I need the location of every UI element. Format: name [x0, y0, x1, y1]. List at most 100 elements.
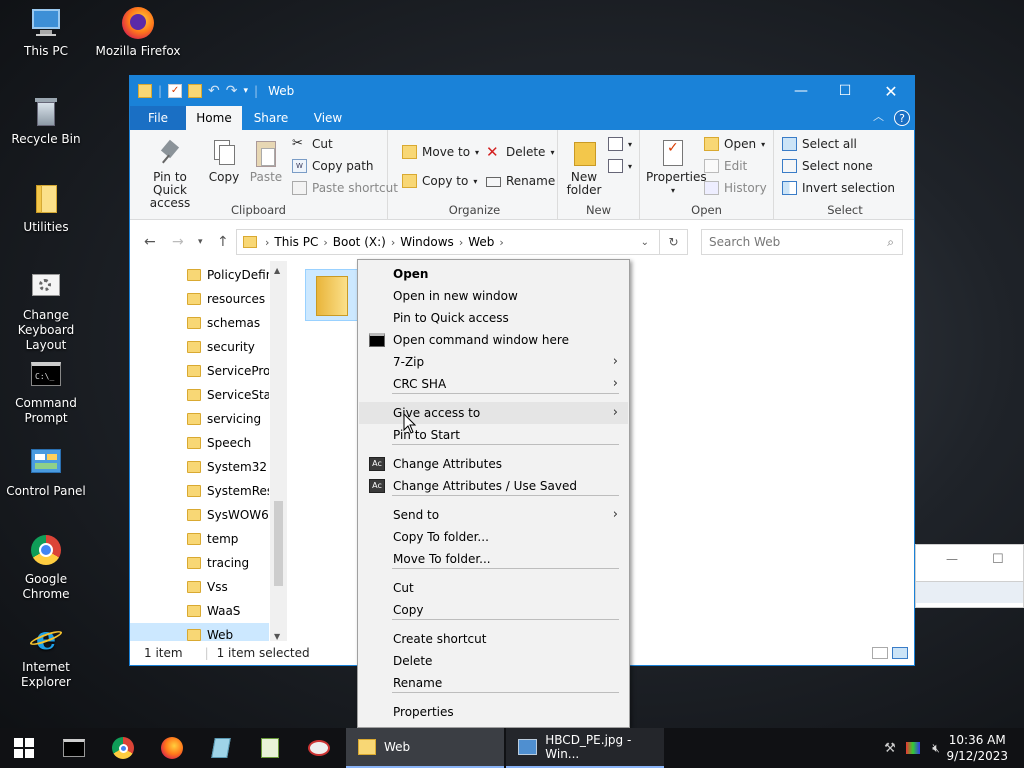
desktop-icon-control-panel[interactable]: Control Panel [0, 446, 92, 499]
properties-button[interactable]: ✓ Properties ▾ [646, 136, 707, 197]
desktop-icon-firefox[interactable]: Mozilla Firefox [92, 6, 184, 59]
forward-arrow-icon[interactable]: → [172, 234, 184, 250]
menu-item-copy-to-folder[interactable]: Copy To folder... [359, 526, 628, 548]
easy-access-button[interactable]: ▾ [608, 159, 632, 173]
scrollbar-thumb[interactable] [274, 501, 283, 586]
history-button[interactable]: History [704, 181, 767, 195]
select-all-button[interactable]: Select all [782, 137, 857, 151]
title-bar[interactable]: | ✓ ↶ ↷ ▾ | Web — ☐ ✕ [130, 76, 914, 106]
nav-item-security[interactable]: security [187, 335, 269, 359]
menu-item-rename[interactable]: Rename [359, 672, 628, 694]
new-folder-icon[interactable] [188, 84, 203, 98]
address-history-dropdown-icon[interactable]: ⌄ [641, 237, 649, 248]
large-icons-view-icon[interactable] [892, 647, 908, 659]
taskbar-cmd[interactable] [50, 728, 98, 768]
taskbar-window-web[interactable]: Web [346, 728, 504, 768]
taskbar-app-paint[interactable] [295, 728, 343, 768]
invert-selection-button[interactable]: Invert selection [782, 181, 895, 195]
redo-icon[interactable]: ↷ [226, 83, 238, 99]
new-folder-button[interactable]: New folder [564, 136, 604, 197]
desktop-icon-google-chrome[interactable]: Google Chrome [0, 534, 92, 602]
tab-file[interactable]: File [130, 106, 186, 130]
maximize-icon[interactable]: ☐ [992, 552, 1004, 567]
select-none-button[interactable]: Select none [782, 159, 873, 173]
maximize-button[interactable]: ☐ [822, 76, 868, 106]
nav-item-serviceprofiles[interactable]: ServiceProfiles [187, 359, 269, 383]
menu-item-change-attributes[interactable]: Ac Change Attributes [359, 453, 628, 475]
clock[interactable]: 10:36 AM 9/12/2023 [946, 732, 1008, 764]
up-arrow-icon[interactable]: ↑ [217, 234, 229, 250]
menu-item-copy[interactable]: Copy [359, 599, 628, 621]
nav-item-systemresources[interactable]: SystemResources [187, 479, 269, 503]
edit-button[interactable]: Edit [704, 159, 747, 173]
nav-item-policydefinitions[interactable]: PolicyDefinitions [187, 263, 269, 287]
tab-share[interactable]: Share [242, 106, 300, 130]
desktop-icon-command-prompt[interactable]: C:\_ Command Prompt [0, 358, 92, 426]
menu-item-give-access-to[interactable]: Give access to › [359, 402, 628, 424]
paste-shortcut-button[interactable]: Paste shortcut [292, 181, 398, 195]
nav-item-resources[interactable]: resources [187, 287, 269, 311]
menu-item-move-to-folder[interactable]: Move To folder... [359, 548, 628, 570]
taskbar-app-task-manager[interactable] [246, 728, 294, 768]
menu-item-crc-sha[interactable]: CRC SHA › [359, 373, 628, 395]
network-tray-icon[interactable]: ⚒ [880, 728, 900, 768]
menu-item-change-attributes-use-saved[interactable]: Ac Change Attributes / Use Saved [359, 475, 628, 497]
menu-item-send-to[interactable]: Send to › [359, 504, 628, 526]
customize-quick-access-icon[interactable]: ▾ [244, 86, 249, 96]
menu-item-create-shortcut[interactable]: Create shortcut [359, 628, 628, 650]
nav-item-speech[interactable]: Speech [187, 431, 269, 455]
desktop-icon-change-keyboard-layout[interactable]: Change Keyboard Layout [0, 270, 92, 353]
nav-item-vss[interactable]: Vss [187, 575, 269, 599]
pin-to-quick-access-button[interactable]: Pin to Quick access [136, 136, 204, 210]
nav-item-schemas[interactable]: schemas [187, 311, 269, 335]
selected-folder-item[interactable] [305, 269, 361, 321]
close-button[interactable]: ✕ [868, 76, 914, 106]
nav-item-syswow64[interactable]: SysWOW64 [187, 503, 269, 527]
menu-item-pin-to-start[interactable]: Pin to Start [359, 424, 628, 446]
search-input[interactable]: Search Web ⌕ [701, 229, 903, 255]
refresh-button[interactable]: ↻ [659, 229, 688, 255]
tab-home[interactable]: Home [186, 106, 242, 130]
scroll-up-icon[interactable]: ▲ [274, 266, 280, 275]
move-to-button[interactable]: Move to ▾ [402, 145, 479, 159]
rename-button[interactable]: Rename [486, 174, 555, 188]
open-button[interactable]: Open ▾ [704, 137, 765, 151]
nav-item-system32[interactable]: System32 [187, 455, 269, 479]
menu-item-open-in-new-window[interactable]: Open in new window [359, 285, 628, 307]
nav-item-waas[interactable]: WaaS [187, 599, 269, 623]
collapse-ribbon-icon[interactable]: ︿ [873, 108, 884, 124]
cut-button[interactable]: ✂ Cut [292, 137, 333, 152]
volume-muted-icon[interactable]: 🔇︎ [926, 728, 946, 768]
menu-item-properties[interactable]: Properties [359, 701, 628, 723]
breadcrumb-this-pc[interactable]: This PC [274, 235, 318, 249]
taskbar-firefox[interactable] [148, 728, 196, 768]
menu-item-open-command-window-here[interactable]: Open command window here [359, 329, 628, 351]
scroll-down-icon[interactable]: ▼ [274, 632, 280, 641]
help-icon[interactable]: ? [894, 110, 910, 126]
nav-item-tracing[interactable]: tracing [187, 551, 269, 575]
nav-scrollbar[interactable]: ▲ ▼ [270, 261, 287, 644]
taskbar-window-image-viewer[interactable]: HBCD_PE.jpg - Win... [506, 728, 664, 768]
color-tray-icon[interactable] [903, 728, 923, 768]
back-arrow-icon[interactable]: ← [144, 234, 156, 250]
undo-icon[interactable]: ↶ [208, 83, 220, 99]
menu-item-cut[interactable]: Cut [359, 577, 628, 599]
menu-item-open[interactable]: Open [359, 263, 628, 285]
desktop-icon-internet-explorer[interactable]: e Internet Explorer [0, 622, 92, 690]
address-bar[interactable]: › This PC › Boot (X:) › Windows › Web › … [236, 229, 688, 255]
desktop-icon-this-pc[interactable]: This PC [0, 6, 92, 59]
nav-item-temp[interactable]: temp [187, 527, 269, 551]
tab-view[interactable]: View [300, 106, 356, 130]
recent-locations-icon[interactable]: ▾ [198, 237, 203, 247]
delete-button[interactable]: ✕ Delete ▾ [486, 145, 554, 160]
copy-path-button[interactable]: W Copy path [292, 159, 374, 173]
minimize-icon[interactable]: — [946, 552, 958, 566]
desktop-icon-recycle-bin[interactable]: Recycle Bin [0, 94, 92, 147]
navigation-pane[interactable]: PolicyDefinitions resources schemas securit… [130, 261, 287, 647]
breadcrumb-boot-drive[interactable]: Boot (X:) [333, 235, 386, 249]
background-window[interactable]: — ☐ [915, 544, 1024, 608]
breadcrumb-web[interactable]: Web [468, 235, 494, 249]
properties-check-icon[interactable]: ✓ [168, 84, 183, 98]
details-view-icon[interactable] [872, 647, 888, 659]
desktop-icon-utilities[interactable]: Utilities [0, 182, 92, 235]
